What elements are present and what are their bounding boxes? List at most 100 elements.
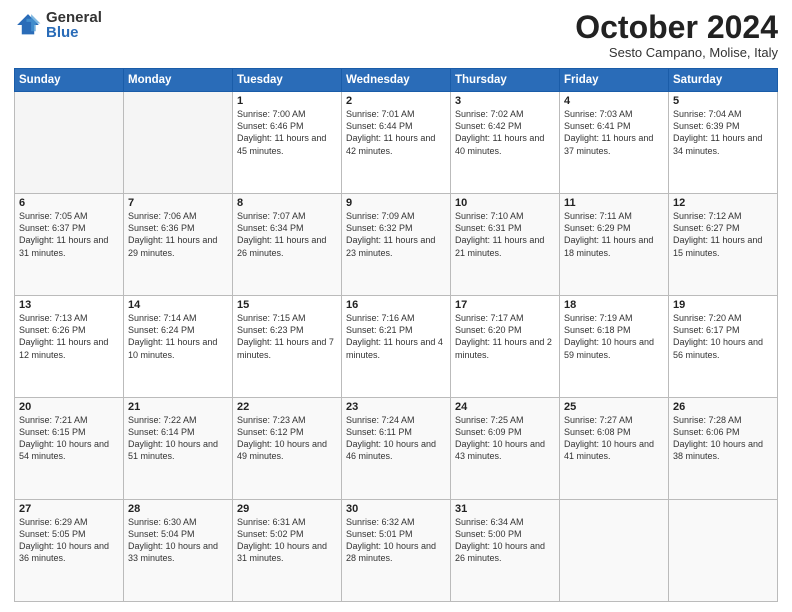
calendar-cell: 1Sunrise: 7:00 AMSunset: 6:46 PMDaylight… [233,92,342,194]
calendar-cell: 2Sunrise: 7:01 AMSunset: 6:44 PMDaylight… [342,92,451,194]
calendar-cell: 31Sunrise: 6:34 AMSunset: 5:00 PMDayligh… [451,500,560,602]
col-header-tuesday: Tuesday [233,69,342,92]
calendar-cell: 23Sunrise: 7:24 AMSunset: 6:11 PMDayligh… [342,398,451,500]
day-info: Sunrise: 7:11 AMSunset: 6:29 PMDaylight:… [564,210,664,259]
day-number: 31 [455,503,555,515]
calendar-cell: 17Sunrise: 7:17 AMSunset: 6:20 PMDayligh… [451,296,560,398]
calendar-cell: 24Sunrise: 7:25 AMSunset: 6:09 PMDayligh… [451,398,560,500]
day-number: 13 [19,299,119,311]
day-number: 29 [237,503,337,515]
day-info: Sunrise: 7:14 AMSunset: 6:24 PMDaylight:… [128,312,228,361]
location-subtitle: Sesto Campano, Molise, Italy [575,45,778,60]
calendar-header-row: SundayMondayTuesdayWednesdayThursdayFrid… [15,69,778,92]
day-info: Sunrise: 7:10 AMSunset: 6:31 PMDaylight:… [455,210,555,259]
logo: General Blue [14,10,102,40]
day-info: Sunrise: 6:30 AMSunset: 5:04 PMDaylight:… [128,516,228,565]
calendar-cell [15,92,124,194]
day-info: Sunrise: 6:29 AMSunset: 5:05 PMDaylight:… [19,516,119,565]
week-row-1: 1Sunrise: 7:00 AMSunset: 6:46 PMDaylight… [15,92,778,194]
day-info: Sunrise: 7:12 AMSunset: 6:27 PMDaylight:… [673,210,773,259]
calendar-cell: 27Sunrise: 6:29 AMSunset: 5:05 PMDayligh… [15,500,124,602]
week-row-5: 27Sunrise: 6:29 AMSunset: 5:05 PMDayligh… [15,500,778,602]
header: General Blue October 2024 Sesto Campano,… [14,10,778,60]
day-number: 14 [128,299,228,311]
calendar-cell: 8Sunrise: 7:07 AMSunset: 6:34 PMDaylight… [233,194,342,296]
day-number: 2 [346,95,446,107]
day-number: 6 [19,197,119,209]
day-number: 21 [128,401,228,413]
day-number: 28 [128,503,228,515]
col-header-thursday: Thursday [451,69,560,92]
calendar-cell: 21Sunrise: 7:22 AMSunset: 6:14 PMDayligh… [124,398,233,500]
day-info: Sunrise: 7:21 AMSunset: 6:15 PMDaylight:… [19,414,119,463]
day-number: 18 [564,299,664,311]
calendar-cell: 30Sunrise: 6:32 AMSunset: 5:01 PMDayligh… [342,500,451,602]
day-info: Sunrise: 7:09 AMSunset: 6:32 PMDaylight:… [346,210,446,259]
day-number: 8 [237,197,337,209]
col-header-sunday: Sunday [15,69,124,92]
day-number: 9 [346,197,446,209]
day-info: Sunrise: 6:34 AMSunset: 5:00 PMDaylight:… [455,516,555,565]
week-row-2: 6Sunrise: 7:05 AMSunset: 6:37 PMDaylight… [15,194,778,296]
title-block: October 2024 Sesto Campano, Molise, Ital… [575,10,778,60]
day-number: 27 [19,503,119,515]
col-header-monday: Monday [124,69,233,92]
day-number: 5 [673,95,773,107]
calendar-cell: 10Sunrise: 7:10 AMSunset: 6:31 PMDayligh… [451,194,560,296]
calendar-cell: 15Sunrise: 7:15 AMSunset: 6:23 PMDayligh… [233,296,342,398]
page: General Blue October 2024 Sesto Campano,… [0,0,792,612]
month-title: October 2024 [575,10,778,45]
col-header-friday: Friday [560,69,669,92]
calendar-cell: 12Sunrise: 7:12 AMSunset: 6:27 PMDayligh… [669,194,778,296]
day-info: Sunrise: 6:31 AMSunset: 5:02 PMDaylight:… [237,516,337,565]
day-number: 22 [237,401,337,413]
calendar-cell: 20Sunrise: 7:21 AMSunset: 6:15 PMDayligh… [15,398,124,500]
day-info: Sunrise: 7:13 AMSunset: 6:26 PMDaylight:… [19,312,119,361]
week-row-4: 20Sunrise: 7:21 AMSunset: 6:15 PMDayligh… [15,398,778,500]
day-info: Sunrise: 7:24 AMSunset: 6:11 PMDaylight:… [346,414,446,463]
calendar-cell: 18Sunrise: 7:19 AMSunset: 6:18 PMDayligh… [560,296,669,398]
calendar-cell [124,92,233,194]
day-number: 23 [346,401,446,413]
calendar-cell: 14Sunrise: 7:14 AMSunset: 6:24 PMDayligh… [124,296,233,398]
calendar-cell: 29Sunrise: 6:31 AMSunset: 5:02 PMDayligh… [233,500,342,602]
calendar-cell: 25Sunrise: 7:27 AMSunset: 6:08 PMDayligh… [560,398,669,500]
day-info: Sunrise: 7:28 AMSunset: 6:06 PMDaylight:… [673,414,773,463]
calendar-cell: 22Sunrise: 7:23 AMSunset: 6:12 PMDayligh… [233,398,342,500]
calendar-cell: 26Sunrise: 7:28 AMSunset: 6:06 PMDayligh… [669,398,778,500]
week-row-3: 13Sunrise: 7:13 AMSunset: 6:26 PMDayligh… [15,296,778,398]
calendar-cell: 5Sunrise: 7:04 AMSunset: 6:39 PMDaylight… [669,92,778,194]
day-number: 1 [237,95,337,107]
day-info: Sunrise: 7:20 AMSunset: 6:17 PMDaylight:… [673,312,773,361]
day-info: Sunrise: 7:01 AMSunset: 6:44 PMDaylight:… [346,108,446,157]
logo-blue: Blue [46,25,102,40]
calendar-cell [560,500,669,602]
calendar-cell: 3Sunrise: 7:02 AMSunset: 6:42 PMDaylight… [451,92,560,194]
calendar-cell: 11Sunrise: 7:11 AMSunset: 6:29 PMDayligh… [560,194,669,296]
calendar-cell: 7Sunrise: 7:06 AMSunset: 6:36 PMDaylight… [124,194,233,296]
day-info: Sunrise: 7:02 AMSunset: 6:42 PMDaylight:… [455,108,555,157]
calendar-cell: 9Sunrise: 7:09 AMSunset: 6:32 PMDaylight… [342,194,451,296]
calendar-cell: 6Sunrise: 7:05 AMSunset: 6:37 PMDaylight… [15,194,124,296]
day-number: 11 [564,197,664,209]
day-info: Sunrise: 7:03 AMSunset: 6:41 PMDaylight:… [564,108,664,157]
day-number: 10 [455,197,555,209]
calendar-cell: 16Sunrise: 7:16 AMSunset: 6:21 PMDayligh… [342,296,451,398]
day-info: Sunrise: 7:05 AMSunset: 6:37 PMDaylight:… [19,210,119,259]
day-info: Sunrise: 7:25 AMSunset: 6:09 PMDaylight:… [455,414,555,463]
day-number: 24 [455,401,555,413]
day-number: 12 [673,197,773,209]
day-info: Sunrise: 7:23 AMSunset: 6:12 PMDaylight:… [237,414,337,463]
day-number: 30 [346,503,446,515]
col-header-wednesday: Wednesday [342,69,451,92]
calendar-table: SundayMondayTuesdayWednesdayThursdayFrid… [14,68,778,602]
day-info: Sunrise: 7:27 AMSunset: 6:08 PMDaylight:… [564,414,664,463]
calendar-cell: 28Sunrise: 6:30 AMSunset: 5:04 PMDayligh… [124,500,233,602]
day-info: Sunrise: 7:04 AMSunset: 6:39 PMDaylight:… [673,108,773,157]
day-info: Sunrise: 7:16 AMSunset: 6:21 PMDaylight:… [346,312,446,361]
day-info: Sunrise: 7:00 AMSunset: 6:46 PMDaylight:… [237,108,337,157]
day-info: Sunrise: 7:06 AMSunset: 6:36 PMDaylight:… [128,210,228,259]
day-info: Sunrise: 7:19 AMSunset: 6:18 PMDaylight:… [564,312,664,361]
logo-text: General Blue [46,10,102,40]
day-number: 26 [673,401,773,413]
